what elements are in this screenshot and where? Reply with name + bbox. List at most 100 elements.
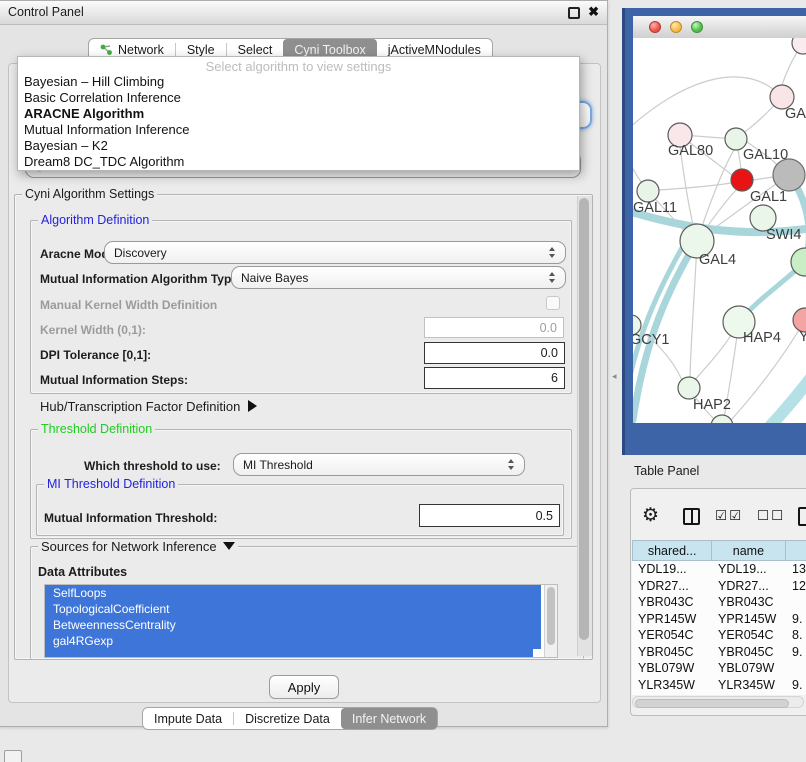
table-scrollbar-thumb[interactable] (635, 699, 789, 708)
collapsed-arrow-icon (248, 400, 257, 412)
network-node[interactable] (792, 38, 806, 54)
table-panel-title: Table Panel (634, 464, 699, 478)
tab-infer-network[interactable]: Infer Network (341, 708, 437, 729)
table-row[interactable]: YLR345WYLR345W9. (632, 677, 806, 694)
table-row[interactable]: YDL19...YDL19...13 (632, 561, 806, 578)
mi-threshold-field[interactable]: 0.5 (419, 504, 560, 527)
node-label: SWI4 (766, 227, 801, 243)
stepper-arrows-icon (549, 247, 556, 258)
minimize-traffic-light-icon[interactable] (670, 21, 682, 33)
dpi-tolerance-label: DPI Tolerance [0,1]: (40, 348, 151, 362)
table-row[interactable]: YDR27...YDR27...12 (632, 578, 806, 595)
network-canvas[interactable]: GALGAL80GAL10GAL1GAL11SWI4GAL4GCY1HAP4YH… (633, 38, 806, 423)
table-row[interactable]: YBL079WYBL079W (632, 660, 806, 677)
algorithm-definition-title: Algorithm Definition (38, 213, 152, 227)
splitpane-handle-icon[interactable]: ◂ (612, 371, 617, 382)
table-row[interactable]: YIL052CYIL052C9 (632, 693, 806, 695)
attribute-item-selected[interactable]: SelfLoops (45, 585, 541, 601)
node-label: GAL (785, 106, 806, 122)
node-label: HAP4 (743, 330, 781, 346)
window-title: Control Panel (8, 5, 84, 19)
tab-label: Style (187, 43, 215, 57)
hub-definition-expander[interactable]: Hub/Transcription Factor Definition (40, 399, 257, 414)
table-cell: YBR043C (632, 595, 712, 609)
network-graph: GALGAL80GAL10GAL1GAL11SWI4GAL4GCY1HAP4YH… (633, 38, 806, 423)
attribute-item-selected[interactable] (45, 649, 533, 658)
list-scrollbar-thumb[interactable] (547, 587, 555, 645)
network-node-gal11[interactable] (637, 180, 659, 202)
apply-button-label: Apply (288, 680, 321, 695)
algorithm-option[interactable]: Bayesian – Hill Climbing (18, 74, 579, 90)
settings-scrollbar-thumb[interactable] (579, 198, 589, 640)
unchecked-checkboxes-icon[interactable]: ☐☐ (757, 508, 785, 524)
mi-type-combo[interactable]: Naive Bayes (231, 266, 566, 289)
manual-kernel-label: Manual Kernel Width Definition (40, 298, 217, 312)
mi-type-value: Naive Bayes (241, 271, 308, 285)
mi-steps-field[interactable]: 6 (424, 367, 565, 389)
table-cell: YLR345W (632, 678, 712, 692)
attribute-item-selected[interactable]: TopologicalCoefficient (45, 601, 541, 617)
sources-title: Sources for Network Inference (41, 539, 217, 554)
threshold-definition-title: Threshold Definition (38, 422, 155, 436)
node-label: HAP2 (693, 397, 731, 413)
table-row[interactable]: YER054CYER054C8. (632, 627, 806, 644)
attribute-item-selected[interactable]: gal4RGexp (45, 633, 541, 649)
column-header[interactable]: shared... (633, 541, 712, 560)
list-scrollbar[interactable] (544, 585, 557, 657)
kernel-width-label: Kernel Width (0,1): (40, 323, 146, 337)
kernel-width-field[interactable]: 0.0 (424, 317, 564, 338)
algorithm-option[interactable]: Basic Correlation Inference (18, 90, 579, 106)
tab-label: Discretize Data (245, 712, 330, 726)
network-view-window: GALGAL80GAL10GAL1GAL11SWI4GAL4GCY1HAP4YH… (622, 8, 806, 455)
checked-checkboxes-icon[interactable]: ☑☑ (715, 508, 743, 524)
dropdown-item-list: Bayesian – Hill ClimbingBasic Correlatio… (18, 74, 579, 170)
split-columns-icon[interactable] (683, 508, 700, 525)
float-window-icon[interactable] (568, 7, 580, 19)
tab-impute-data[interactable]: Impute Data (143, 708, 233, 729)
algorithm-option[interactable]: Mutual Information Inference (18, 122, 579, 138)
network-node-hap2[interactable] (678, 377, 700, 399)
table-cell: YBR045C (632, 645, 712, 659)
algorithm-option[interactable]: ARACNE Algorithm (18, 106, 579, 122)
data-attributes-list[interactable]: SelfLoopsTopologicalCoefficientBetweenne… (44, 584, 558, 658)
expanded-arrow-icon (223, 542, 235, 550)
table-horizontal-scrollbar[interactable] (632, 696, 804, 708)
network-node[interactable] (773, 159, 805, 191)
aracne-mode-combo[interactable]: Discovery (104, 241, 566, 264)
tab-label: jActiveMNodules (388, 43, 481, 57)
tab-label: Impute Data (154, 712, 222, 726)
table-cell: YDR27... (632, 579, 712, 593)
table-cell: 8. (786, 628, 806, 642)
table-row[interactable]: YBR043CYBR043C (632, 594, 806, 611)
zoom-traffic-light-icon[interactable] (691, 21, 703, 33)
which-threshold-combo[interactable]: MI Threshold (233, 453, 525, 476)
column-header[interactable]: name (712, 541, 785, 560)
manual-kernel-checkbox[interactable] (546, 296, 560, 310)
algorithm-option[interactable]: Bayesian – K2 (18, 138, 579, 154)
apply-button[interactable]: Apply (269, 675, 339, 699)
attribute-item-selected[interactable]: BetweennessCentrality (45, 617, 541, 633)
table-row[interactable]: YBR045CYBR045C9. (632, 644, 806, 661)
minimized-panel-icon[interactable] (4, 750, 22, 762)
dpi-tolerance-field[interactable]: 0.0 (424, 342, 565, 364)
table-cell: YIL052C (632, 694, 712, 695)
algorithm-option[interactable]: Dream8 DC_TDC Algorithm (18, 154, 579, 170)
table-cell: YBR043C (712, 595, 786, 609)
tab-discretize-data[interactable]: Discretize Data (234, 708, 341, 729)
close-icon[interactable]: ✖ (588, 5, 599, 18)
table-header-row: shared... name (632, 540, 806, 561)
dpi-tolerance-value: 0.0 (541, 346, 558, 360)
tab-label: Select (238, 43, 273, 57)
gear-icon[interactable]: ⚙ (642, 506, 659, 525)
mi-threshold-label: Mutual Information Threshold: (44, 511, 217, 525)
network-icon (100, 43, 113, 56)
network-node[interactable] (711, 415, 733, 423)
network-node-gal1[interactable] (731, 169, 753, 191)
document-icon[interactable] (798, 507, 806, 526)
table-cell: 9. (786, 645, 806, 659)
column-header[interactable] (786, 541, 806, 560)
aracne-mode-value: Discovery (114, 246, 167, 260)
close-traffic-light-icon[interactable] (649, 21, 661, 33)
table-row[interactable]: YPR145WYPR145W9. (632, 611, 806, 628)
sources-expander[interactable]: Sources for Network Inference (38, 539, 238, 554)
